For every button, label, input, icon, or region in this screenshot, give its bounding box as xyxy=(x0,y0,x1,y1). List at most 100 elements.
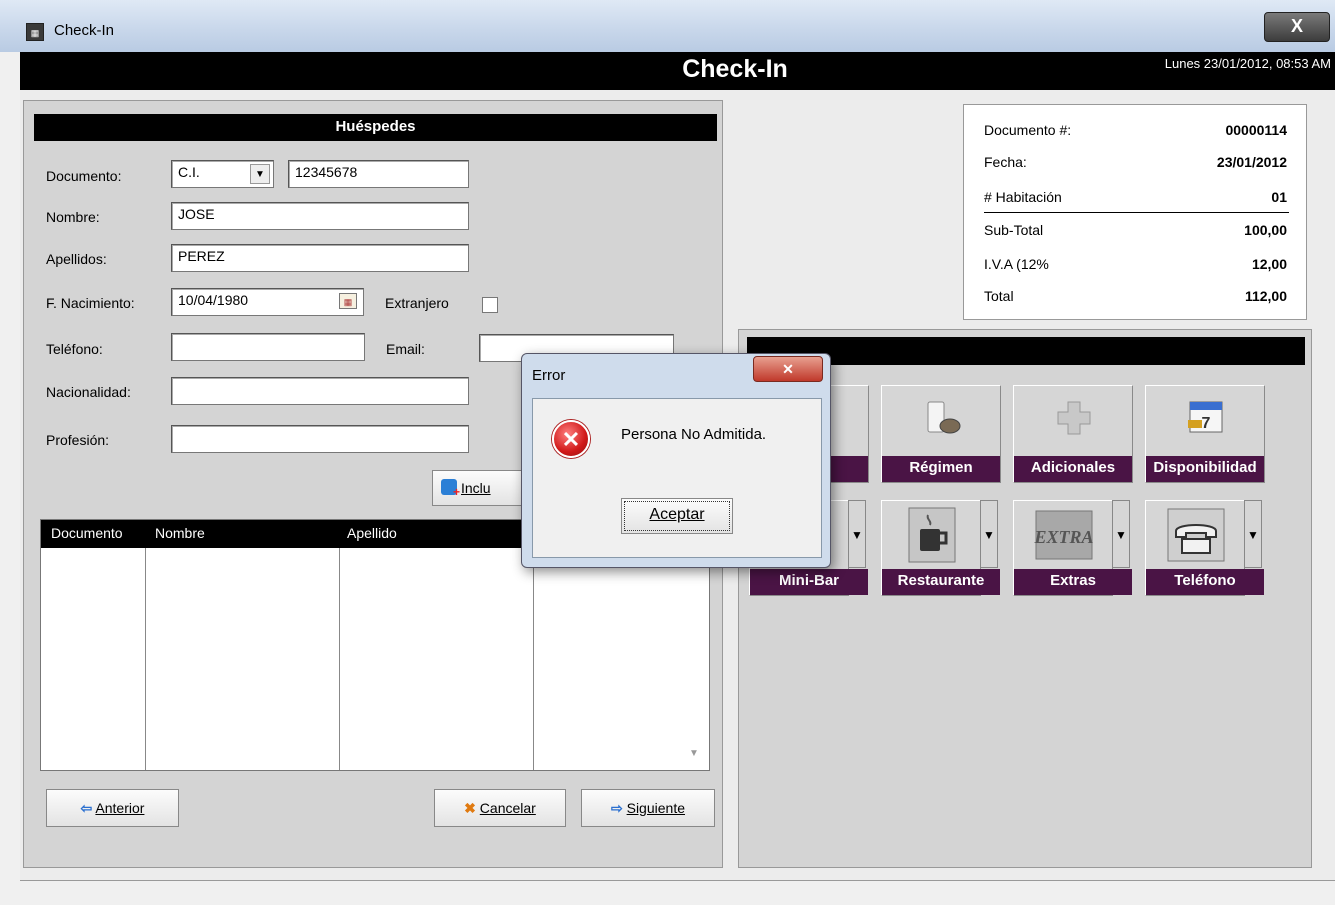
chevron-down-icon: ▼ xyxy=(983,528,995,542)
doc-type-value: C.I. xyxy=(178,164,200,180)
nacionalidad-field[interactable] xyxy=(171,377,469,405)
summary-box: Documento #: 00000114 Fecha: 23/01/2012 … xyxy=(963,104,1307,320)
status-bar xyxy=(20,880,1335,905)
service-tile-adicionales[interactable]: Adicionales xyxy=(1013,385,1133,483)
service-tile-disponibilidad[interactable]: 7 Disponibilidad xyxy=(1145,385,1265,483)
summary-value: 00000114 xyxy=(1225,122,1287,138)
column-divider xyxy=(533,548,534,770)
extranjero-checkbox[interactable] xyxy=(482,297,498,313)
chevron-down-icon[interactable]: ▼ xyxy=(250,164,270,184)
siguiente-label: Siguiente xyxy=(626,800,685,816)
plus-icon xyxy=(1054,398,1094,438)
doc-type-select[interactable]: C.I. ▼ xyxy=(171,160,274,188)
aceptar-button[interactable]: Aceptar xyxy=(621,498,733,534)
include-icon: + xyxy=(441,479,460,499)
apellidos-field[interactable]: PEREZ xyxy=(171,244,469,272)
close-icon: ✕ xyxy=(782,361,794,377)
profesion-field[interactable] xyxy=(171,425,469,453)
app-icon: ▦ xyxy=(26,23,44,41)
service-label: Adicionales xyxy=(1014,456,1132,482)
nacimiento-value: 10/04/1980 xyxy=(178,292,249,308)
restaurante-dropdown[interactable]: ▼ xyxy=(980,500,998,568)
arrow-right-icon: ⇨ xyxy=(610,800,623,816)
dialog-close-button[interactable]: ✕ xyxy=(753,356,823,382)
summary-value: 23/01/2012 xyxy=(1216,154,1287,170)
service-label: Teléfono xyxy=(1146,569,1264,595)
service-label: Extras xyxy=(1014,569,1132,595)
calendar-icon[interactable]: ▦ xyxy=(339,293,357,309)
summary-value: 112,00 xyxy=(1244,288,1287,304)
service-label: Régimen xyxy=(882,456,1000,482)
col-documento[interactable]: Documento xyxy=(51,525,123,541)
anterior-button[interactable]: ⇦ Anterior xyxy=(46,789,179,827)
include-button-label: Inclu xyxy=(461,480,491,496)
telefono-label: Teléfono: xyxy=(46,341,103,357)
summary-divider xyxy=(984,212,1289,213)
chevron-down-icon: ▼ xyxy=(1247,528,1259,542)
error-icon: ✕ xyxy=(552,420,590,458)
datetime-label: Lunes 23/01/2012, 08:53 AM xyxy=(1164,56,1331,71)
nacimiento-field[interactable]: 10/04/1980 ▦ xyxy=(171,288,364,316)
profesion-label: Profesión: xyxy=(46,432,110,448)
summary-label: Fecha: xyxy=(984,154,1027,170)
column-divider xyxy=(339,548,340,770)
svg-text:7: 7 xyxy=(1202,415,1211,432)
col-apellido[interactable]: Apellido xyxy=(347,525,397,541)
dialog-title: Error xyxy=(532,367,566,384)
error-dialog: Error ✕ ✕ Persona No Admitida. Aceptar xyxy=(521,353,831,568)
close-button[interactable]: X xyxy=(1264,12,1330,42)
scroll-down-icon[interactable]: ▼ xyxy=(689,748,699,759)
phone-icon xyxy=(1166,507,1226,563)
summary-label: # Habitación xyxy=(984,189,1062,205)
svg-text:EXTRA: EXTRA xyxy=(1034,527,1094,547)
service-label: Mini-Bar xyxy=(750,569,868,595)
service-label: Disponibilidad xyxy=(1146,456,1264,482)
extranjero-label: Extranjero xyxy=(385,295,449,311)
documento-label: Documento: xyxy=(46,168,122,184)
coffee-cup-icon xyxy=(908,507,956,563)
aceptar-label: Aceptar xyxy=(649,506,705,523)
extras-dropdown[interactable]: ▼ xyxy=(1112,500,1130,568)
dialog-body: ✕ Persona No Admitida. Aceptar xyxy=(532,398,822,558)
column-divider xyxy=(145,548,146,770)
summary-label: Documento #: xyxy=(984,122,1072,138)
service-tile-extras[interactable]: EXTRA Extras xyxy=(1013,500,1132,596)
cancelar-label: Cancelar xyxy=(479,800,536,816)
cancelar-button[interactable]: ✖ Cancelar xyxy=(434,789,566,827)
summary-value: 100,00 xyxy=(1244,222,1287,238)
telefono-field[interactable] xyxy=(171,333,365,361)
page-title: Check-In xyxy=(682,55,788,83)
calendar-icon: 7 xyxy=(1186,396,1226,436)
summary-value: 12,00 xyxy=(1251,256,1287,272)
nombre-label: Nombre: xyxy=(46,209,100,225)
nacimiento-label: F. Nacimiento: xyxy=(46,295,135,311)
chevron-down-icon: ▼ xyxy=(851,528,863,542)
guests-title: Huéspedes xyxy=(34,114,717,141)
extra-icon: EXTRA xyxy=(1033,507,1094,563)
window-titlebar: ▦ Check-In X xyxy=(0,0,1335,52)
minibar-dropdown[interactable]: ▼ xyxy=(848,500,866,568)
service-tile-telefono[interactable]: Teléfono xyxy=(1145,500,1264,596)
summary-label: I.V.A (12% xyxy=(984,256,1049,272)
col-nombre[interactable]: Nombre xyxy=(155,525,205,541)
apellidos-label: Apellidos: xyxy=(46,251,107,267)
doc-number-field[interactable]: 12345678 xyxy=(288,160,469,188)
summary-label: Total xyxy=(984,288,1014,304)
meal-icon xyxy=(922,398,962,438)
service-label: Restaurante xyxy=(882,569,1000,595)
page-header: Check-In Lunes 23/01/2012, 08:53 AM xyxy=(20,52,1335,90)
siguiente-button[interactable]: ⇨ Siguiente xyxy=(581,789,715,827)
nacionalidad-label: Nacionalidad: xyxy=(46,384,131,400)
cancel-x-icon: ✖ xyxy=(464,800,476,816)
chevron-down-icon: ▼ xyxy=(1115,528,1127,542)
service-tile-restaurante[interactable]: Restaurante xyxy=(881,500,1000,596)
telefono-dropdown[interactable]: ▼ xyxy=(1244,500,1262,568)
nombre-field[interactable]: JOSE xyxy=(171,202,469,230)
arrow-left-icon: ⇦ xyxy=(80,800,93,816)
service-tile-regimen[interactable]: Régimen xyxy=(881,385,1001,483)
summary-value: 01 xyxy=(1271,189,1287,205)
anterior-label: Anterior xyxy=(95,800,145,816)
summary-label: Sub-Total xyxy=(984,222,1044,238)
window-title: Check-In xyxy=(54,22,115,39)
dialog-message: Persona No Admitida. xyxy=(621,426,767,443)
